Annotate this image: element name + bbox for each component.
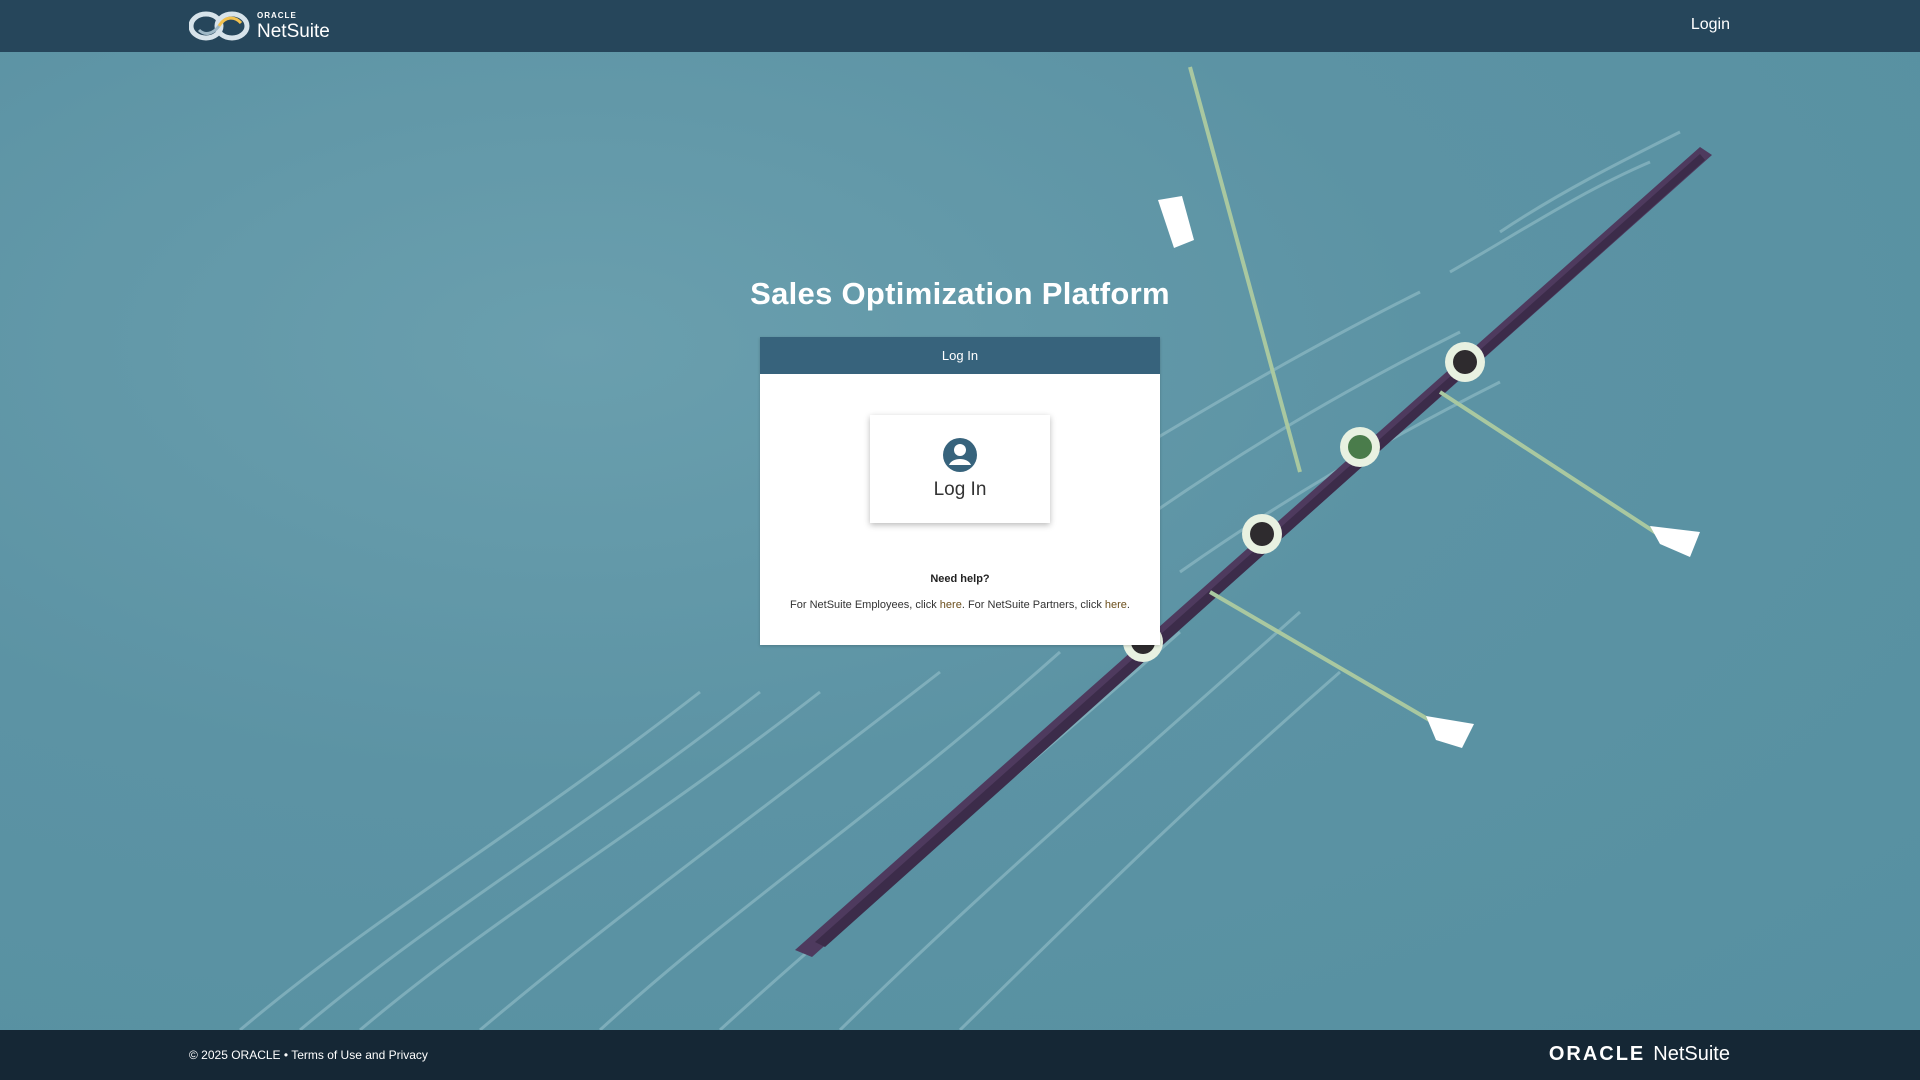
terms-privacy-link[interactable]: Terms of Use and Privacy <box>291 1048 428 1062</box>
logo-oracle-text: ORACLE <box>257 10 297 20</box>
help-title: Need help? <box>930 573 990 585</box>
help-text-end: . <box>1126 599 1130 611</box>
login-card: Log In Log In Need help? For NetSuite Em… <box>760 337 1160 645</box>
copyright-text: © 2025 ORACLE • <box>189 1048 292 1062</box>
page-title: Sales Optimization Platform <box>750 276 1170 311</box>
top-bar: ORACLE NetSuite Login <box>0 0 1920 52</box>
footer-logo-netsuite: NetSuite <box>1653 1043 1730 1065</box>
login-card-header: Log In <box>760 337 1160 374</box>
login-tile-button[interactable]: Log In <box>870 415 1050 523</box>
footer-copyright: © 2025 ORACLE • Terms of Use and Privacy <box>189 1048 428 1062</box>
logo-netsuite-text: NetSuite <box>257 20 330 42</box>
employees-help-link[interactable]: here <box>940 599 962 611</box>
footer-oracle-netsuite-logo: ORACLE NetSuite <box>1549 1043 1730 1066</box>
netsuite-logo-icon <box>189 11 250 41</box>
help-text-partners: . For NetSuite Partners, click <box>961 599 1105 611</box>
footer: © 2025 ORACLE • Terms of Use and Privacy… <box>0 1030 1920 1080</box>
help-text: For NetSuite Employees, click here. For … <box>760 599 1160 611</box>
help-text-employees: For NetSuite Employees, click <box>790 599 940 611</box>
footer-logo-oracle: ORACLE <box>1548 1043 1646 1065</box>
help-section: Need help? For NetSuite Employees, click… <box>760 573 1160 611</box>
netsuite-logo[interactable]: ORACLE NetSuite <box>189 8 330 44</box>
login-tile-label: Log In <box>933 479 987 500</box>
user-circle-icon <box>943 438 977 472</box>
partners-help-link[interactable]: here <box>1105 599 1127 611</box>
header-login-link[interactable]: Login <box>1691 16 1730 34</box>
